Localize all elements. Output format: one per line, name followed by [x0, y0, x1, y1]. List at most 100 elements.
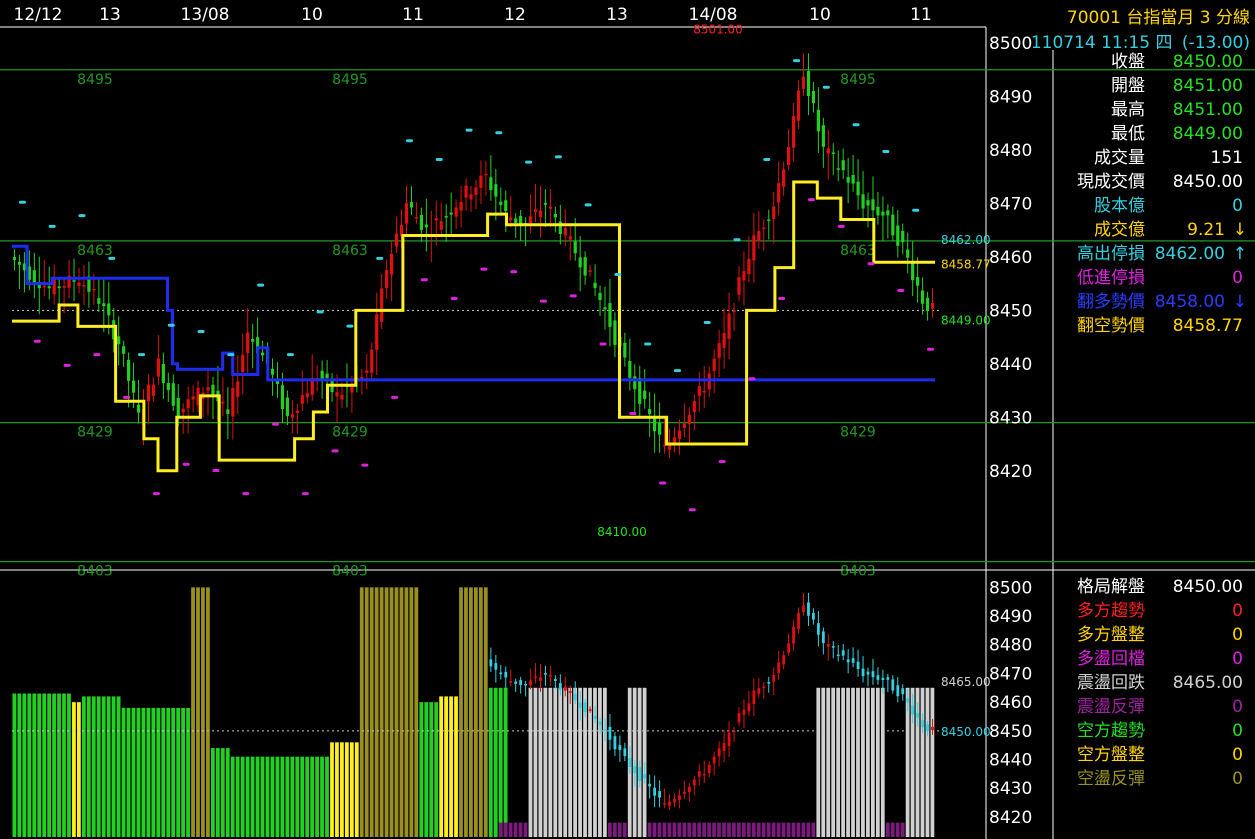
quote-row: 開盤 8451.00: [1057, 74, 1255, 98]
pattern-bar: [315, 756, 319, 837]
lower-candle-body: [598, 721, 602, 726]
pattern-bar: [404, 587, 409, 837]
candle-body: [638, 378, 642, 404]
pattern-bar-rebound: [498, 822, 503, 837]
lower-candle-body: [568, 691, 572, 693]
candle-body: [484, 173, 488, 176]
pattern-bar-rebound: [890, 822, 895, 837]
marker-high: [405, 139, 413, 143]
quote-label: 最低: [1111, 124, 1145, 144]
quote-row: 成交億 9.21 ↓: [1057, 218, 1255, 242]
pattern-bar-rebound: [697, 822, 702, 837]
level-label: 8463: [77, 243, 113, 259]
pattern-bar: [255, 756, 260, 837]
lower-candle-body: [509, 681, 513, 683]
marker-low: [480, 267, 488, 271]
marker-low: [807, 198, 815, 202]
candle-body: [335, 392, 339, 397]
pattern-bar: [156, 707, 161, 837]
pattern-bar: [17, 693, 22, 837]
pattern-bar: [166, 707, 171, 837]
candle-body: [117, 336, 121, 345]
candle-body: [702, 390, 706, 393]
lower-candle-body: [846, 659, 850, 663]
y-tick-label: 8450: [989, 722, 1032, 742]
candle-body: [747, 258, 751, 275]
candle-body: [514, 218, 518, 223]
candle-body: [920, 290, 925, 304]
lower-candle-body: [826, 643, 830, 647]
pattern-bar: [439, 696, 444, 837]
candle-body: [221, 401, 225, 404]
lower-candle-body: [772, 675, 776, 682]
pattern-bar: [870, 687, 875, 837]
candle-body: [380, 288, 384, 322]
pattern-bar: [851, 687, 855, 837]
candle-body: [270, 368, 275, 375]
marker-high: [733, 238, 741, 242]
candle-body: [340, 394, 344, 400]
candle-body: [633, 376, 637, 390]
lower-candle-body: [812, 613, 815, 620]
pattern-bar: [831, 687, 836, 837]
pattern-bar: [225, 748, 230, 837]
pattern-bar: [22, 693, 27, 837]
candle-body: [682, 423, 687, 428]
upper-indicator-lines: [12, 180, 935, 473]
lower-candle-body: [722, 743, 726, 751]
level-label: 8429: [77, 425, 113, 441]
pattern-bar: [305, 756, 310, 837]
pattern-bar-rebound: [702, 822, 707, 837]
lower-candle-body: [866, 671, 870, 675]
pattern-bar: [12, 693, 17, 837]
candle-body: [851, 175, 855, 184]
pattern-value: 8450.00: [1172, 577, 1243, 597]
lower-candle-body: [896, 685, 900, 697]
lower-candle-body: [762, 686, 766, 688]
marker-low: [510, 270, 518, 274]
pattern-bar: [77, 702, 81, 837]
lower-candle-body: [529, 680, 532, 686]
trend-line-yellow: [12, 180, 935, 473]
y-tick-label: 8500: [989, 578, 1032, 598]
lower-candle-body: [692, 779, 696, 786]
marker-low: [599, 342, 607, 346]
candle-body: [12, 257, 17, 260]
candle-body: [246, 332, 250, 354]
pattern-bar: [459, 587, 463, 837]
pattern-bar: [533, 687, 538, 837]
lower-candle-body: [737, 713, 741, 723]
pattern-bar: [816, 687, 821, 837]
pattern-bar: [330, 742, 334, 837]
lower-candle-body: [534, 676, 537, 679]
quote-value: 8450.00: [1172, 172, 1243, 192]
quote-panel: 收盤 8450.00 開盤 8451.00 最高 8451.00 最低 8449.00 成交量 1…: [1057, 50, 1255, 338]
candle-body: [583, 257, 587, 276]
lower-candle-body: [623, 748, 627, 757]
candle-body: [821, 125, 825, 147]
pattern-bar: [925, 687, 930, 837]
pattern-bar: [364, 587, 369, 837]
candle-body: [280, 385, 285, 410]
quote-label: 股本億: [1094, 196, 1145, 216]
pattern-bar-rebound: [513, 822, 518, 837]
lower-candle-body: [782, 655, 786, 665]
quote-value: 8451.00: [1172, 76, 1243, 96]
candle-body: [479, 175, 483, 188]
pattern-bar: [553, 687, 558, 837]
pattern-bar: [464, 587, 468, 837]
pattern-bar: [191, 587, 195, 837]
candle-body: [375, 314, 379, 350]
marker-low: [629, 411, 637, 415]
pattern-bar: [131, 707, 136, 837]
pattern-bar: [379, 587, 384, 837]
pattern-panel: 格局解盤 8450.00 多方趨勢 0 多方盤整 0 多盪回檔 0 震盪回跌 8465.00 震盪反…: [1057, 575, 1255, 791]
candle-body: [161, 363, 165, 384]
candle-body: [533, 209, 538, 213]
pattern-bar: [151, 707, 156, 837]
y-tick-label: 8480: [989, 636, 1032, 656]
marker-low: [33, 339, 41, 343]
lower-candle-body: [687, 786, 691, 792]
pattern-bar: [146, 707, 151, 837]
pattern-value: 0: [1232, 601, 1243, 621]
